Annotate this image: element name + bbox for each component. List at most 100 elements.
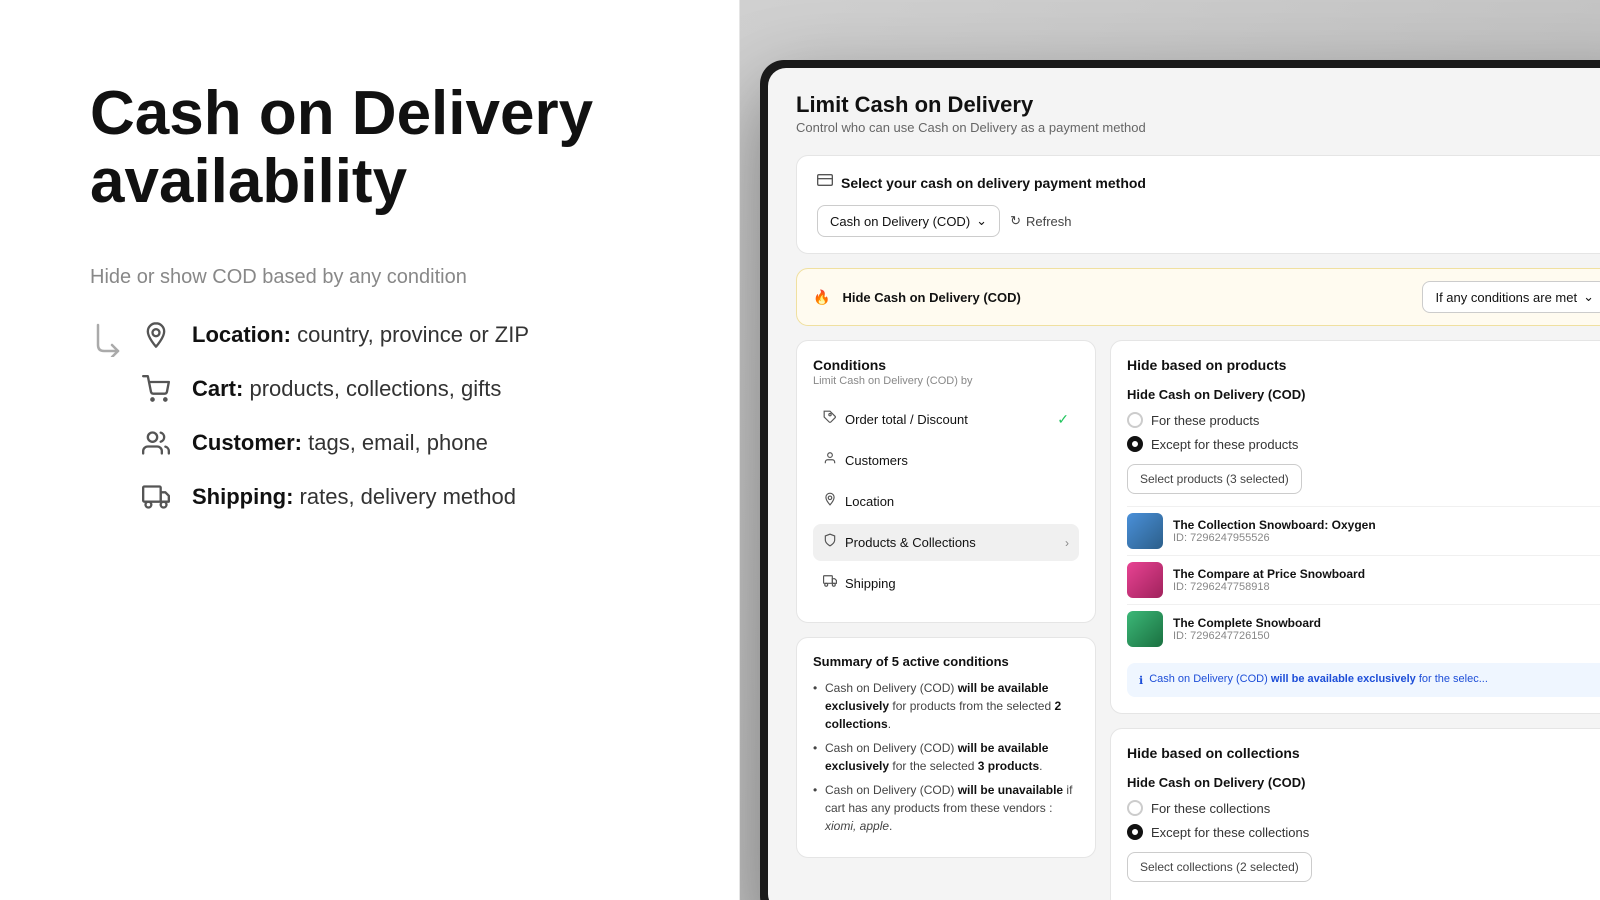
- refresh-icon: ↻: [1010, 213, 1021, 229]
- product-id-compare: ID: 7296247758918: [1173, 581, 1600, 593]
- arrow-container: Location: country, province or ZIP Cart:…: [90, 317, 679, 515]
- radio-except-these-collections[interactable]: Except for these collections: [1127, 824, 1600, 840]
- main-title: Cash on Delivery availability: [90, 80, 679, 216]
- page-title: Limit Cash on Delivery: [796, 92, 1600, 118]
- products-radio-group: For these products Except for these prod…: [1127, 412, 1600, 452]
- arrow-icon: [90, 321, 126, 357]
- tablet-frame: Limit Cash on Delivery Control who can u…: [760, 60, 1600, 900]
- condition-location[interactable]: Location: [813, 483, 1079, 520]
- hide-cod-label: Hide Cash on Delivery (COD): [842, 290, 1410, 305]
- condition-location-label: Location: [845, 494, 894, 509]
- customer-icon: [138, 425, 174, 461]
- info-icon: ℹ: [1139, 674, 1143, 687]
- feature-cart-text: Cart: products, collections, gifts: [192, 376, 501, 402]
- products-panel-title: Hide based on products: [1127, 357, 1600, 373]
- payment-method-select[interactable]: Cash on Delivery (COD) ⌄: [817, 205, 1000, 237]
- customer-cond-icon: [823, 451, 837, 470]
- summary-item-1: Cash on Delivery (COD) will be available…: [813, 679, 1079, 733]
- collections-panel: Hide based on collections Hide Cash on D…: [1110, 728, 1600, 900]
- products-panel: Hide based on products Hide Cash on Deli…: [1110, 340, 1600, 714]
- check-icon: ✓: [1057, 411, 1069, 428]
- chevron-right-icon: ›: [1065, 536, 1069, 550]
- condition-order-total[interactable]: Order total / Discount ✓: [813, 401, 1079, 438]
- shield-icon: [823, 533, 837, 552]
- two-col-layout: Conditions Limit Cash on Delivery (COD) …: [796, 340, 1600, 900]
- radio-circle-for: [1127, 412, 1143, 428]
- conditions-dropdown[interactable]: If any conditions are met ⌄: [1422, 281, 1600, 313]
- radio-circle-for-collections: [1127, 800, 1143, 816]
- shipping-icon: [138, 479, 174, 515]
- right-panel: Limit Cash on Delivery Control who can u…: [740, 0, 1600, 900]
- location-cond-icon: [823, 492, 837, 511]
- hide-cod-banner: 🔥 Hide Cash on Delivery (COD) If any con…: [796, 268, 1600, 326]
- payment-section: Select your cash on delivery payment met…: [796, 155, 1600, 254]
- products-sub-title: Hide Cash on Delivery (COD): [1127, 387, 1600, 402]
- condition-customers[interactable]: Customers: [813, 442, 1079, 479]
- product-image-complete: [1127, 611, 1163, 647]
- features-list: Location: country, province or ZIP Cart:…: [138, 317, 529, 515]
- select-collections-button[interactable]: Select collections (2 selected): [1127, 852, 1312, 882]
- chevron-down-icon: ⌄: [1583, 289, 1594, 305]
- product-item-oxygen: The Collection Snowboard: Oxygen ID: 729…: [1127, 506, 1600, 555]
- feature-location: Location: country, province or ZIP: [138, 317, 529, 353]
- condition-order-total-label: Order total / Discount: [845, 412, 968, 427]
- product-id-oxygen: ID: 7296247955526: [1173, 532, 1600, 544]
- tag-icon: [823, 410, 837, 429]
- radio-for-these-collections[interactable]: For these collections: [1127, 800, 1600, 816]
- collections-sub-title: Hide Cash on Delivery (COD): [1127, 775, 1600, 790]
- subtitle: Hide or show COD based by any condition: [90, 266, 679, 289]
- right-side-col: Hide based on products Hide Cash on Deli…: [1110, 340, 1600, 900]
- condition-products-collections[interactable]: Products & Collections ›: [813, 524, 1079, 561]
- product-info-compare: The Compare at Price Snowboard ID: 72962…: [1173, 567, 1600, 593]
- section-header: Select your cash on delivery payment met…: [817, 172, 1600, 193]
- radio-circle-except-collections: [1127, 824, 1143, 840]
- product-info-oxygen: The Collection Snowboard: Oxygen ID: 729…: [1173, 518, 1600, 544]
- product-image-compare: [1127, 562, 1163, 598]
- location-icon: [138, 317, 174, 353]
- summary-title: Summary of 5 active conditions: [813, 654, 1079, 669]
- product-item-complete: The Complete Snowboard ID: 7296247726150: [1127, 604, 1600, 653]
- cod-available-text: Cash on Delivery (COD) will be available…: [1149, 673, 1488, 685]
- summary-item-3: Cash on Delivery (COD) will be unavailab…: [813, 781, 1079, 835]
- refresh-button[interactable]: ↻ Refresh: [1010, 213, 1071, 229]
- cod-available-banner: ℹ Cash on Delivery (COD) will be availab…: [1127, 663, 1600, 697]
- product-info-complete: The Complete Snowboard ID: 7296247726150: [1173, 616, 1600, 642]
- feature-shipping-text: Shipping: rates, delivery method: [192, 484, 516, 510]
- payment-icon: [817, 172, 833, 193]
- feature-shipping: Shipping: rates, delivery method: [138, 479, 529, 515]
- select-products-button[interactable]: Select products (3 selected): [1127, 464, 1302, 494]
- radio-except-these-products[interactable]: Except for these products: [1127, 436, 1600, 452]
- conditions-title: Conditions: [813, 357, 1079, 373]
- collections-panel-title: Hide based on collections: [1127, 745, 1600, 761]
- product-name-oxygen: The Collection Snowboard: Oxygen: [1173, 518, 1600, 532]
- page-subtitle: Control who can use Cash on Delivery as …: [796, 120, 1600, 135]
- summary-item-2: Cash on Delivery (COD) will be available…: [813, 739, 1079, 775]
- feature-customer-text: Customer: tags, email, phone: [192, 430, 488, 456]
- left-panel: Cash on Delivery availability Hide or sh…: [0, 0, 740, 900]
- condition-products-collections-label: Products & Collections: [845, 535, 976, 550]
- condition-shipping-label: Shipping: [845, 576, 896, 591]
- feature-location-text: Location: country, province or ZIP: [192, 322, 529, 348]
- product-item-compare: The Compare at Price Snowboard ID: 72962…: [1127, 555, 1600, 604]
- tablet-screen: Limit Cash on Delivery Control who can u…: [768, 68, 1600, 900]
- summary-panel: Summary of 5 active conditions Cash on D…: [796, 637, 1096, 858]
- payment-controls: Cash on Delivery (COD) ⌄ ↻ Refresh: [817, 205, 1600, 237]
- feature-customer: Customer: tags, email, phone: [138, 425, 529, 461]
- chevron-down-icon: ⌄: [976, 213, 987, 229]
- cart-icon: [138, 371, 174, 407]
- conditions-summary-col: Conditions Limit Cash on Delivery (COD) …: [796, 340, 1096, 900]
- radio-for-these-products[interactable]: For these products: [1127, 412, 1600, 428]
- payment-section-title: Select your cash on delivery payment met…: [841, 175, 1146, 191]
- product-name-complete: The Complete Snowboard: [1173, 616, 1600, 630]
- condition-customers-label: Customers: [845, 453, 908, 468]
- collections-radio-group: For these collections Except for these c…: [1127, 800, 1600, 840]
- truck-icon: [823, 574, 837, 593]
- condition-shipping[interactable]: Shipping: [813, 565, 1079, 602]
- conditions-subtitle: Limit Cash on Delivery (COD) by: [813, 375, 1079, 387]
- product-name-compare: The Compare at Price Snowboard: [1173, 567, 1600, 581]
- product-id-complete: ID: 7296247726150: [1173, 630, 1600, 642]
- product-image-oxygen: [1127, 513, 1163, 549]
- app-content: Limit Cash on Delivery Control who can u…: [768, 68, 1600, 900]
- radio-circle-except: [1127, 436, 1143, 452]
- feature-cart: Cart: products, collections, gifts: [138, 371, 529, 407]
